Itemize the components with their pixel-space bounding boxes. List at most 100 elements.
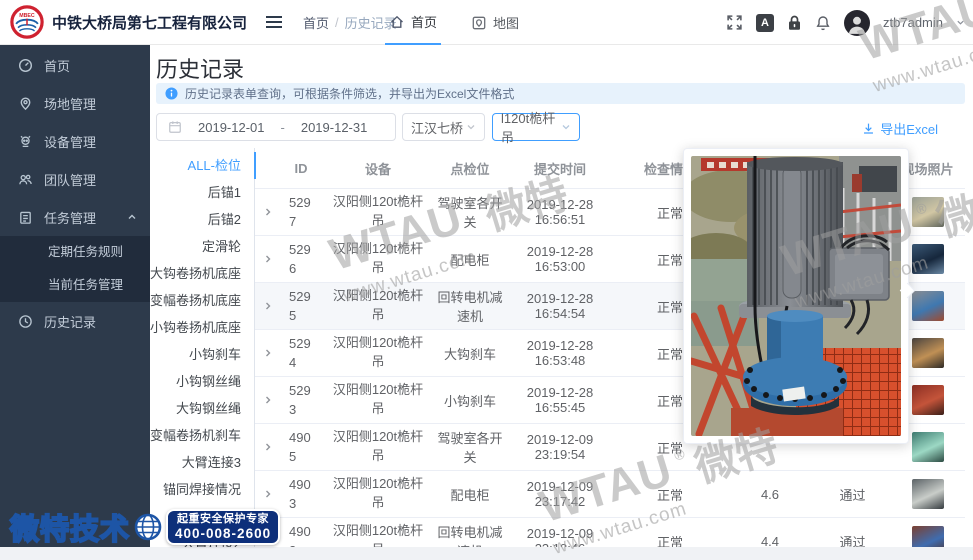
- row-device: 汉阳侧120t桅杆吊: [321, 287, 435, 325]
- sidebar-item-label: 设备管理: [44, 132, 96, 151]
- sidebar-item-首页[interactable]: 首页: [0, 46, 150, 84]
- row-check-point: 小钩刹车: [435, 391, 505, 410]
- export-excel-button[interactable]: 导出Excel: [862, 119, 938, 138]
- bell-icon[interactable]: [815, 15, 831, 31]
- device-select-value: l120t桅杆吊: [501, 108, 561, 146]
- table-row[interactable]: 4903汉阳侧120t桅杆吊配电柜2019-12-09 23:17:42正常4.…: [255, 471, 965, 518]
- username-label[interactable]: ztb7admin: [883, 15, 943, 30]
- inspection-photo[interactable]: [912, 338, 944, 368]
- download-icon: [862, 122, 875, 135]
- row-device: 汉阳侧120t桅杆吊: [321, 522, 435, 547]
- table-row[interactable]: 4902汉阳侧120t桅杆吊回转电机减速机2019-12-09 23:18:46…: [255, 518, 965, 547]
- inspection-photo[interactable]: [912, 197, 944, 227]
- info-alert: 历史记录表单查询，可根据条件筛选，并导出为Excel文件格式: [156, 83, 965, 104]
- check-point-tabs: ALL-检位后锚1后锚2定滑轮大钩卷扬机底座变幅卷扬机底座小钩卷扬机底座小钩刹车…: [150, 148, 255, 547]
- row-check-point: 驾驶室各开关: [435, 193, 505, 231]
- site-select[interactable]: 江汉七桥: [402, 113, 485, 141]
- row-device: 汉阳侧120t桅杆吊: [321, 334, 435, 372]
- check-point-tab[interactable]: 变幅卷扬机刹车: [150, 422, 254, 449]
- inspection-photo[interactable]: [912, 479, 944, 509]
- check-point-tab[interactable]: 大臂连接3: [150, 449, 254, 476]
- expand-row-icon[interactable]: [255, 301, 281, 311]
- row-photo-cell: [890, 479, 965, 509]
- header-nav-tabs: 首页地图: [385, 0, 523, 45]
- sidebar-item-设备管理[interactable]: 设备管理: [0, 122, 150, 160]
- check-point-tab[interactable]: 小钩钢丝绳: [150, 368, 254, 395]
- row-status: 正常: [615, 532, 725, 548]
- company-name: 中铁大桥局第七工程有限公司: [52, 12, 247, 33]
- check-point-tab[interactable]: 大钩卷扬机底座: [150, 260, 254, 287]
- row-device: 汉阳侧120t桅杆吊: [321, 193, 435, 231]
- date-end-value: 2019-12-31: [301, 120, 368, 135]
- device-select[interactable]: l120t桅杆吊: [492, 113, 580, 141]
- hamburger-menu-icon[interactable]: [261, 11, 287, 33]
- info-icon: [165, 87, 178, 100]
- inspection-photo[interactable]: [912, 244, 944, 274]
- check-point-tab[interactable]: 小钩卷扬机底座: [150, 314, 254, 341]
- sidebar-item-任务管理[interactable]: 任务管理: [0, 198, 150, 236]
- row-result: 通过: [815, 485, 890, 504]
- row-submit-time: 2019-12-09 23:17:42: [505, 479, 615, 509]
- check-point-tab[interactable]: 变幅卷扬机底座: [150, 287, 254, 314]
- inspection-photo[interactable]: [912, 385, 944, 415]
- row-device: 汉阳侧120t桅杆吊: [321, 475, 435, 513]
- chevron-down-icon: [561, 122, 571, 132]
- photo-preview-popup: [683, 148, 909, 444]
- hotline-badge: 起重安全保护专家 400-008-2600: [166, 509, 280, 545]
- row-submit-time: 2019-12-28 16:53:48: [505, 338, 615, 368]
- check-point-tab[interactable]: 大钩钢丝绳: [150, 395, 254, 422]
- row-check-point: 回转电机减速机: [435, 522, 505, 547]
- sidebar-subitem-当前任务管理[interactable]: 当前任务管理: [0, 269, 150, 302]
- sidebar-item-历史记录[interactable]: 历史记录: [0, 302, 150, 340]
- chevron-down-icon[interactable]: [956, 18, 965, 27]
- table-column-header: 设备: [321, 159, 435, 178]
- inspection-photo[interactable]: [912, 432, 944, 462]
- nav-tab-地图[interactable]: 地图: [467, 0, 523, 45]
- row-check-point: 驾驶室各开关: [435, 428, 505, 466]
- check-point-tab[interactable]: 锚同焊接情况: [150, 476, 254, 503]
- expand-row-icon[interactable]: [255, 489, 281, 499]
- row-check-point: 配电柜: [435, 250, 505, 269]
- row-submit-time: 2019-12-09 23:19:54: [505, 432, 615, 462]
- expand-row-icon[interactable]: [255, 207, 281, 217]
- expand-row-icon[interactable]: [255, 395, 281, 405]
- expand-row-icon[interactable]: [255, 442, 281, 452]
- row-result: 通过: [815, 532, 890, 548]
- chevron-up-icon: [127, 212, 137, 222]
- breadcrumb: 首页 / 历史记录: [303, 13, 397, 32]
- breadcrumb-home[interactable]: 首页: [303, 13, 329, 32]
- sidebar-item-label: 团队管理: [44, 170, 96, 189]
- company-logo-icon: MBEC: [10, 5, 44, 39]
- site-select-value: 江汉七桥: [411, 118, 463, 137]
- hotline-number: 400-008-2600: [175, 526, 271, 542]
- check-point-tab[interactable]: 后锚1: [150, 179, 254, 206]
- date-range-input[interactable]: 2019-12-01 - 2019-12-31: [156, 113, 396, 141]
- expand-row-icon[interactable]: [255, 348, 281, 358]
- row-submit-time: 2019-12-28 16:53:00: [505, 244, 615, 274]
- table-column-header: 提交时间: [505, 159, 615, 178]
- sidebar-item-场地管理[interactable]: 场地管理: [0, 84, 150, 122]
- sidebar-submenu: 定期任务规则当前任务管理: [0, 236, 150, 302]
- sidebar-subitem-定期任务规则[interactable]: 定期任务规则: [0, 236, 150, 269]
- home-icon: [389, 14, 405, 30]
- nav-tab-首页[interactable]: 首页: [385, 0, 441, 45]
- fullscreen-icon[interactable]: [726, 14, 743, 31]
- translate-icon[interactable]: A: [756, 14, 774, 32]
- row-id: 4905: [281, 428, 321, 467]
- app-header: MBEC 中铁大桥局第七工程有限公司 首页 / 历史记录 首页地图 A ztb7…: [0, 0, 973, 45]
- inspection-photo[interactable]: [912, 291, 944, 321]
- inspection-photo[interactable]: [912, 526, 944, 547]
- task-icon: [18, 210, 33, 225]
- user-avatar[interactable]: [844, 10, 870, 36]
- check-point-tab[interactable]: 小钩刹车: [150, 341, 254, 368]
- sidebar-item-团队管理[interactable]: 团队管理: [0, 160, 150, 198]
- check-point-tab[interactable]: 定滑轮: [150, 233, 254, 260]
- check-point-tab[interactable]: 后锚2: [150, 206, 254, 233]
- history-icon: [18, 314, 33, 329]
- breadcrumb-separator: /: [335, 15, 339, 30]
- lock-icon[interactable]: [787, 15, 802, 31]
- vendor-brand-text: 微特技术: [10, 506, 130, 548]
- check-point-tab[interactable]: ALL-检位: [150, 152, 254, 179]
- row-id: 5295: [281, 287, 321, 326]
- expand-row-icon[interactable]: [255, 254, 281, 264]
